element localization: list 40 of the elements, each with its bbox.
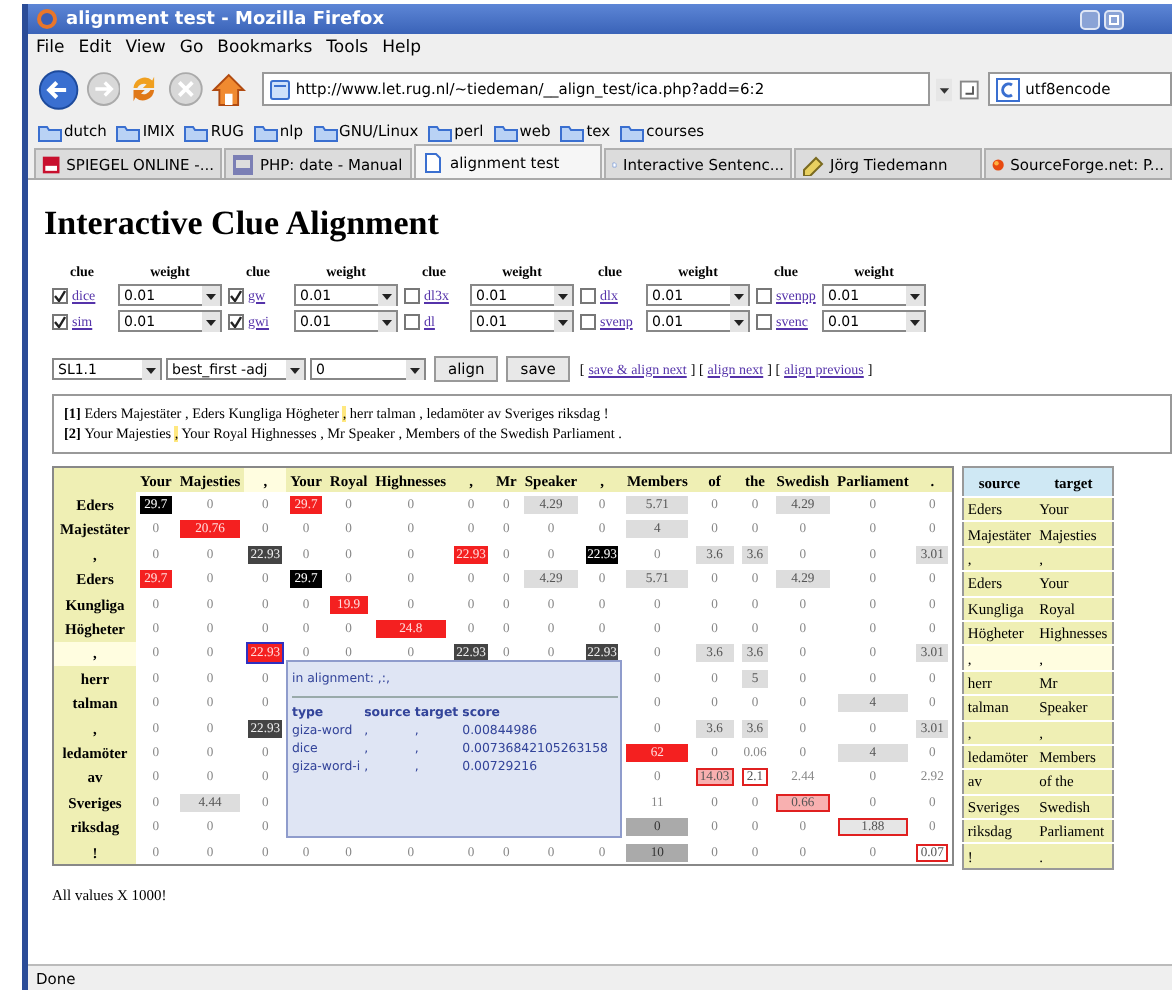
checkbox[interactable] (52, 287, 68, 303)
back-icon[interactable] (38, 67, 80, 111)
folder-icon (38, 121, 62, 141)
checkbox[interactable] (580, 287, 596, 303)
menu-item[interactable]: Edit (78, 38, 112, 58)
circle-icon (992, 153, 1005, 175)
checkbox[interactable] (756, 287, 772, 303)
folder-icon (116, 121, 141, 141)
page-heading: Interactive Clue Alignment (44, 204, 441, 244)
go-icon[interactable] (958, 77, 982, 101)
maximize-icon[interactable] (1104, 9, 1124, 29)
folder-icon (253, 121, 278, 141)
home-icon[interactable] (210, 69, 248, 109)
checkbox[interactable] (580, 313, 596, 329)
menu-item[interactable]: Tools (326, 38, 369, 58)
checkmark-icon (54, 289, 66, 301)
window-title: alignment test - Mozilla Firefox (66, 9, 387, 29)
checkmark-icon (230, 315, 242, 327)
checkbox[interactable] (404, 287, 420, 303)
checkmark-icon (54, 315, 66, 327)
checkmark-icon (230, 289, 242, 301)
checkbox[interactable] (52, 313, 68, 329)
folder-icon (313, 121, 338, 141)
checkbox[interactable] (228, 287, 244, 303)
folder-icon (620, 121, 645, 141)
folder-icon (184, 121, 209, 141)
square-icon (232, 153, 254, 175)
menu-item[interactable]: View (125, 38, 166, 58)
square-icon (42, 153, 61, 175)
menu-item[interactable]: Bookmarks (217, 38, 313, 58)
menu-item[interactable]: Go (179, 38, 204, 58)
search-engine-icon[interactable] (995, 77, 1020, 101)
menu-item[interactable]: Help (382, 38, 422, 58)
menu-item[interactable]: File (36, 38, 65, 58)
checkbox[interactable] (404, 313, 420, 329)
checkbox[interactable] (228, 313, 244, 329)
stop-icon[interactable] (168, 70, 205, 108)
checkbox[interactable] (756, 313, 772, 329)
minimize-icon[interactable] (1080, 9, 1100, 29)
dropdown-icon[interactable] (935, 77, 953, 101)
